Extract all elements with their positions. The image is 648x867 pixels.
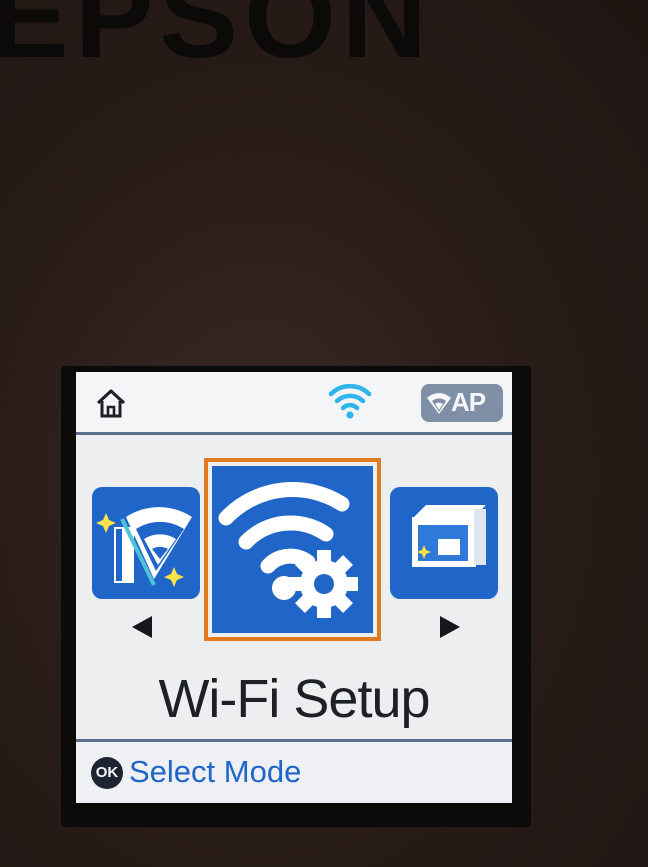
selected-mode-label: Wi-Fi Setup xyxy=(158,669,430,729)
home-icon[interactable] xyxy=(94,386,128,420)
scanner-icon xyxy=(412,505,486,567)
wifi-direct-icon xyxy=(96,507,192,587)
ap-label: AP xyxy=(451,387,486,417)
access-point-status-badge: AP xyxy=(421,384,503,422)
brand-logo: EPSON xyxy=(0,0,434,72)
carousel-next-arrow[interactable] xyxy=(440,616,460,638)
footer-hint: Select Mode xyxy=(129,754,302,789)
wifi-status-icon xyxy=(328,383,372,419)
menu-tile-scan[interactable] xyxy=(390,487,498,599)
ap-wifi-icon xyxy=(427,393,451,414)
carousel-prev-arrow[interactable] xyxy=(132,616,152,638)
ok-button-icon[interactable]: OK xyxy=(91,757,123,789)
wifi-settings-icon xyxy=(218,482,358,618)
menu-tile-wifi-direct[interactable] xyxy=(92,487,200,599)
menu-tile-wifi-setup[interactable] xyxy=(212,466,373,633)
footer-bar: OK Select Mode xyxy=(76,742,512,803)
status-bar: AP xyxy=(76,372,512,435)
lcd-screen: AP Wi-Fi Setup OK Select Mode xyxy=(76,372,512,803)
